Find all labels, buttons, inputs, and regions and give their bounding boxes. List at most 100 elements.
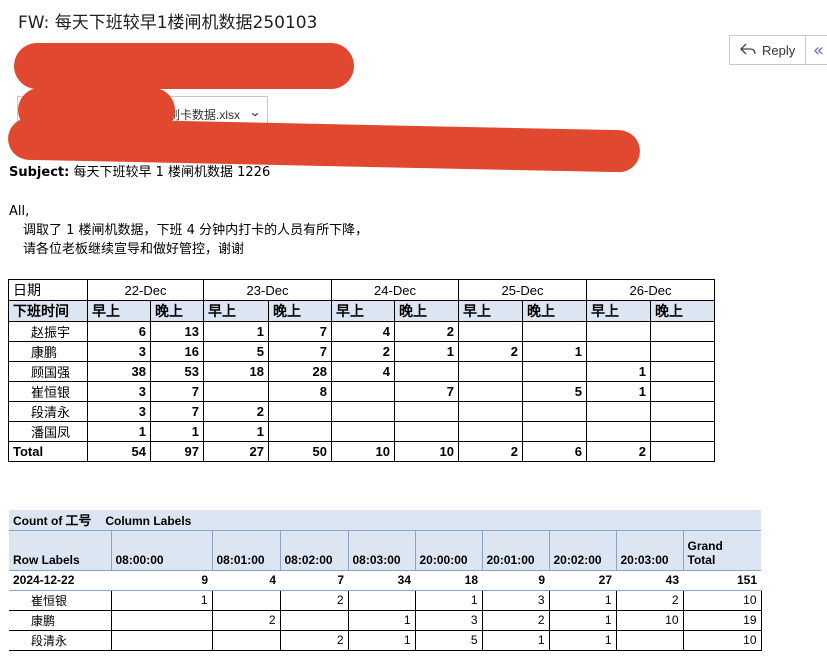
time-header: 08:00:00 xyxy=(110,529,212,571)
group-value: 27 xyxy=(549,570,616,591)
total-cell: 2 xyxy=(586,441,651,462)
employee-name: 赵振宇 xyxy=(8,321,88,342)
chevron-down-icon[interactable]: ⌄ xyxy=(248,105,261,119)
group-value: 151 xyxy=(683,570,761,591)
time-header: 20:03:00 xyxy=(615,529,683,571)
count-cell: 8 xyxy=(268,381,332,402)
shift-header: 晚上 xyxy=(150,300,204,322)
count-cell: 13 xyxy=(150,321,204,342)
count-cell xyxy=(650,341,715,362)
mail-subject-line: Subject: 每天下班较早 1 楼闸机数据 1226 xyxy=(9,161,270,180)
pivot-cell: 2 xyxy=(481,609,550,631)
date-header: 25-Dec xyxy=(458,279,587,301)
column-labels[interactable]: Column Labels xyxy=(105,514,191,528)
count-cell xyxy=(458,381,523,402)
pivot-cell xyxy=(110,629,213,651)
grand-total-line: Grand xyxy=(687,538,723,553)
count-cell xyxy=(650,401,715,422)
count-cell xyxy=(650,421,715,442)
count-cell xyxy=(522,321,587,342)
count-cell: 7 xyxy=(394,381,459,402)
pivot-row: 段清永 2 1 5 1 1 10 xyxy=(9,629,762,651)
grand-total-header: Grand Total xyxy=(682,529,761,571)
shift-header: 晚上 xyxy=(394,300,459,322)
count-cell: 5 xyxy=(522,381,587,402)
pivot-cell: 5 xyxy=(414,629,483,651)
count-cell xyxy=(522,361,587,382)
pivot-cell xyxy=(211,629,281,651)
group-label[interactable]: 2024-12-22 xyxy=(9,570,111,591)
shift-header: 早上 xyxy=(87,300,151,322)
shift-header: 早上 xyxy=(331,300,395,322)
total-cell: 54 xyxy=(87,441,151,462)
pivot-title: Count of 工号 Column Labels xyxy=(9,510,761,530)
count-cell: 1 xyxy=(150,421,204,442)
total-cell: 97 xyxy=(150,441,204,462)
count-cell: 1 xyxy=(203,321,269,342)
total-cell: 27 xyxy=(203,441,269,462)
table-row: 康鹏 3 16 5 7 2 1 2 1 xyxy=(8,341,715,362)
pivot-cell xyxy=(211,589,281,611)
date-row: 日期 22-Dec 23-Dec 24-Dec 25-Dec 26-Dec xyxy=(8,279,715,301)
pivot-cell: 10 xyxy=(682,629,762,651)
count-cell xyxy=(394,401,459,422)
date-header: 24-Dec xyxy=(331,279,459,301)
reply-all-button[interactable]: « xyxy=(805,35,827,65)
group-value: 43 xyxy=(616,570,683,591)
table-row: 潘国凤 1 1 1 xyxy=(8,421,715,442)
count-cell xyxy=(458,321,523,342)
grand-total-line: Total xyxy=(687,552,716,567)
employee-name: 段清永 xyxy=(9,629,112,651)
total-label: Total xyxy=(8,441,88,462)
count-cell xyxy=(586,321,651,342)
count-cell: 1 xyxy=(203,421,269,442)
employee-name: 康鹏 xyxy=(8,341,88,362)
count-cell xyxy=(331,421,395,442)
group-value: 34 xyxy=(348,570,415,591)
pivot-cell: 1 xyxy=(347,609,416,631)
count-cell xyxy=(458,361,523,382)
reply-arrow-icon xyxy=(740,42,756,59)
count-cell: 3 xyxy=(87,341,151,362)
shift-header: 早上 xyxy=(203,300,269,322)
count-cell: 2 xyxy=(458,341,523,362)
count-cell xyxy=(268,421,332,442)
reply-all-icon: « xyxy=(813,39,825,61)
reply-label: Reply xyxy=(762,42,796,58)
date-header: 23-Dec xyxy=(203,279,332,301)
reply-button[interactable]: Reply xyxy=(729,35,805,65)
date-header: 26-Dec xyxy=(586,279,715,301)
shift-header: 晚上 xyxy=(522,300,587,322)
count-cell xyxy=(394,421,459,442)
employee-name: 崔恒银 xyxy=(9,589,112,611)
pivot-cell: 2 xyxy=(211,609,281,631)
pivot-cell: 10 xyxy=(615,609,684,631)
group-value: 7 xyxy=(280,570,348,591)
count-cell xyxy=(586,341,651,362)
group-value: 9 xyxy=(111,570,212,591)
time-header: 08:01:00 xyxy=(211,529,280,571)
count-cell: 5 xyxy=(203,341,269,362)
count-cell: 1 xyxy=(87,421,151,442)
subject-label: Subject: xyxy=(9,165,70,180)
pivot-cell xyxy=(110,609,213,631)
total-cell: 10 xyxy=(331,441,395,462)
pivot-cell: 10 xyxy=(682,589,762,611)
total-cell: 6 xyxy=(522,441,587,462)
pivot-cell: 19 xyxy=(682,609,762,631)
count-cell: 38 xyxy=(87,361,151,382)
count-cell xyxy=(650,361,715,382)
count-cell: 53 xyxy=(150,361,204,382)
table-row: 顾国强 38 53 18 28 4 1 xyxy=(8,361,715,382)
row-labels[interactable]: Row Labels xyxy=(9,529,111,571)
count-cell xyxy=(394,361,459,382)
count-cell: 28 xyxy=(268,361,332,382)
count-cell: 7 xyxy=(268,341,332,362)
pivot-row: 康鹏 2 1 3 2 1 10 19 xyxy=(9,609,762,631)
time-header: 08:03:00 xyxy=(347,529,415,571)
shift-header: 晚上 xyxy=(268,300,332,322)
pivot-cell: 1 xyxy=(548,629,617,651)
count-cell xyxy=(586,401,651,422)
redaction-mark xyxy=(14,43,354,89)
group-row: 2024-12-22 9 4 7 34 18 9 27 43 151 xyxy=(9,570,761,591)
